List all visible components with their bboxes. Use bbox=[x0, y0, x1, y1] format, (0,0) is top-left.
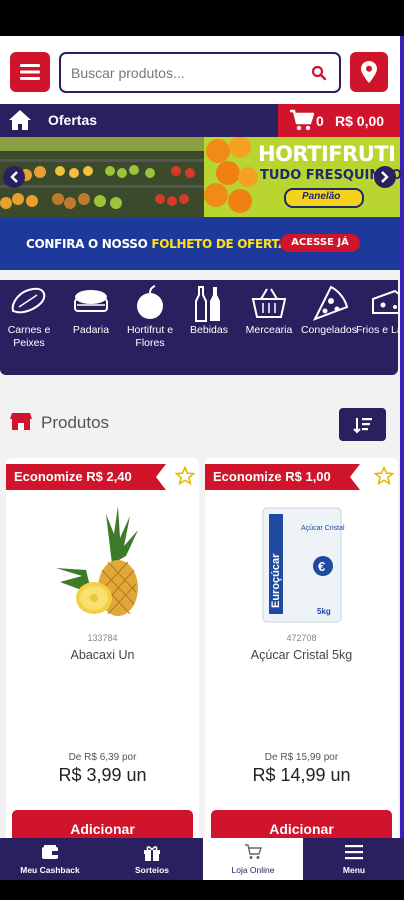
old-price: De R$ 6,39 por bbox=[68, 752, 137, 763]
sugar-bag-brand-text: Euroçúcar bbox=[270, 553, 282, 608]
produce-shelf-image bbox=[0, 137, 210, 217]
location-button[interactable] bbox=[350, 52, 388, 92]
banner-prev-button[interactable] bbox=[3, 166, 25, 188]
product-code: 472708 bbox=[286, 633, 317, 643]
sugar-bag-label-text: Açúcar Cristal bbox=[301, 525, 345, 532]
product-card[interactable]: Economize R$ 2,40 133784 Abacaxi Un De R… bbox=[6, 458, 199, 858]
gift-icon bbox=[144, 846, 160, 861]
cheese-icon bbox=[372, 289, 398, 314]
old-price: De R$ 15,99 por bbox=[264, 752, 339, 763]
panelao-brand-text: Panelão bbox=[302, 191, 341, 202]
nav-label: Sorteios bbox=[134, 865, 169, 875]
category-carnes-peixes[interactable]: Carnes e Peixes bbox=[0, 280, 58, 375]
cart-icon bbox=[245, 844, 262, 859]
nav-label: Loja Online bbox=[231, 865, 275, 875]
bottom-nav: Meu Cashback Sorteios Loja Online Menu bbox=[0, 838, 404, 880]
oranges-image bbox=[204, 137, 258, 213]
new-price: R$ 3,99 un bbox=[58, 765, 147, 785]
star-icon[interactable] bbox=[374, 466, 394, 486]
sugar-bag-weight-text: 5kg bbox=[317, 607, 331, 616]
basket-icon bbox=[251, 288, 287, 318]
search-icon[interactable] bbox=[311, 65, 327, 81]
savings-tag: Economize R$ 1,00 bbox=[205, 464, 360, 490]
chevron-left-icon bbox=[10, 171, 18, 183]
nav-sorteios[interactable]: Sorteios bbox=[102, 838, 202, 880]
wallet-icon bbox=[42, 845, 58, 859]
new-price: R$ 14,99 un bbox=[252, 765, 351, 785]
meat-icon bbox=[11, 287, 46, 314]
location-pin-icon bbox=[361, 61, 377, 83]
nav-label: Meu Cashback bbox=[20, 865, 80, 875]
banner-title: HORTIFRUTI bbox=[258, 142, 396, 166]
category-label: Frios e Laticín bbox=[356, 324, 398, 336]
menu-button[interactable] bbox=[10, 52, 50, 92]
produtos-header: Produtos bbox=[0, 400, 400, 444]
cart-count: 0 bbox=[316, 113, 324, 129]
product-name: Abacaxi Un bbox=[70, 648, 135, 662]
sort-button[interactable] bbox=[339, 408, 386, 441]
status-bar bbox=[0, 0, 404, 36]
chevron-right-icon bbox=[381, 171, 389, 183]
category-congelados[interactable]: Congelados bbox=[300, 280, 358, 375]
bread-icon bbox=[74, 290, 108, 312]
savings-tag: Economize R$ 2,40 bbox=[6, 464, 166, 490]
pizza-icon bbox=[312, 285, 349, 321]
ofertas-link[interactable]: Ofertas bbox=[48, 112, 97, 128]
system-nav-bar bbox=[0, 880, 404, 900]
nav-label: Menu bbox=[342, 865, 366, 875]
hamburger-icon bbox=[20, 64, 40, 80]
store-icon bbox=[10, 413, 32, 430]
star-icon[interactable] bbox=[175, 466, 195, 486]
nav-strip: Ofertas 0 R$ 0,00 bbox=[0, 104, 400, 137]
pineapple-image bbox=[56, 506, 138, 616]
home-icon[interactable] bbox=[8, 109, 32, 131]
nav-menu[interactable]: Menu bbox=[304, 838, 404, 880]
nav-loja-online[interactable]: Loja Online bbox=[203, 838, 303, 880]
category-padaria[interactable]: Padaria bbox=[62, 280, 120, 375]
category-bebidas[interactable]: Bebidas bbox=[180, 280, 238, 375]
folheto-text: CONFIRA O NOSSO FOLHETO DE OFERTAS bbox=[26, 237, 296, 251]
categories-bar: Carnes e Peixes Padaria Hortifrut e Flor… bbox=[0, 280, 398, 375]
sort-icon bbox=[352, 417, 372, 433]
cart-total: R$ 0,00 bbox=[335, 113, 385, 129]
cart-summary[interactable]: 0 R$ 0,00 bbox=[278, 104, 400, 137]
right-edge-bar bbox=[400, 36, 404, 900]
category-frios-laticinios[interactable]: Frios e Laticín bbox=[356, 280, 398, 375]
banner-next-button[interactable] bbox=[374, 166, 396, 188]
folheto-text-part1: CONFIRA O NOSSO bbox=[26, 237, 152, 251]
top-bar bbox=[0, 36, 404, 104]
category-hortifrut-flores[interactable]: Hortifrut e Flores bbox=[121, 280, 179, 375]
product-card[interactable]: Economize R$ 1,00 Euroçúcar € Açúcar Cri… bbox=[205, 458, 398, 858]
acesse-ja-button[interactable]: ACESSE JÁ bbox=[280, 234, 360, 252]
nav-meu-cashback[interactable]: Meu Cashback bbox=[0, 838, 100, 880]
search-box bbox=[59, 52, 341, 93]
search-input[interactable] bbox=[71, 62, 301, 84]
sugar-bag-image: Euroçúcar € Açúcar Cristal 5kg bbox=[262, 507, 345, 623]
folheto-text-highlight: FOLHETO DE OFERTAS bbox=[151, 237, 296, 251]
apple-icon bbox=[137, 285, 163, 319]
hamburger-icon bbox=[345, 845, 363, 860]
produtos-title: Produtos bbox=[41, 413, 110, 432]
sugar-bag-euro-text: € bbox=[318, 559, 325, 574]
bottles-icon bbox=[195, 286, 220, 322]
product-name: Açúcar Cristal 5kg bbox=[250, 648, 353, 662]
product-code: 133784 bbox=[87, 633, 118, 643]
cart-icon bbox=[290, 109, 314, 131]
folheto-banner[interactable]: CONFIRA O NOSSO FOLHETO DE OFERTAS ACESS… bbox=[0, 217, 400, 270]
category-mercearia[interactable]: Mercearia bbox=[240, 280, 298, 375]
category-label: Carnes e Peixes bbox=[7, 324, 51, 349]
